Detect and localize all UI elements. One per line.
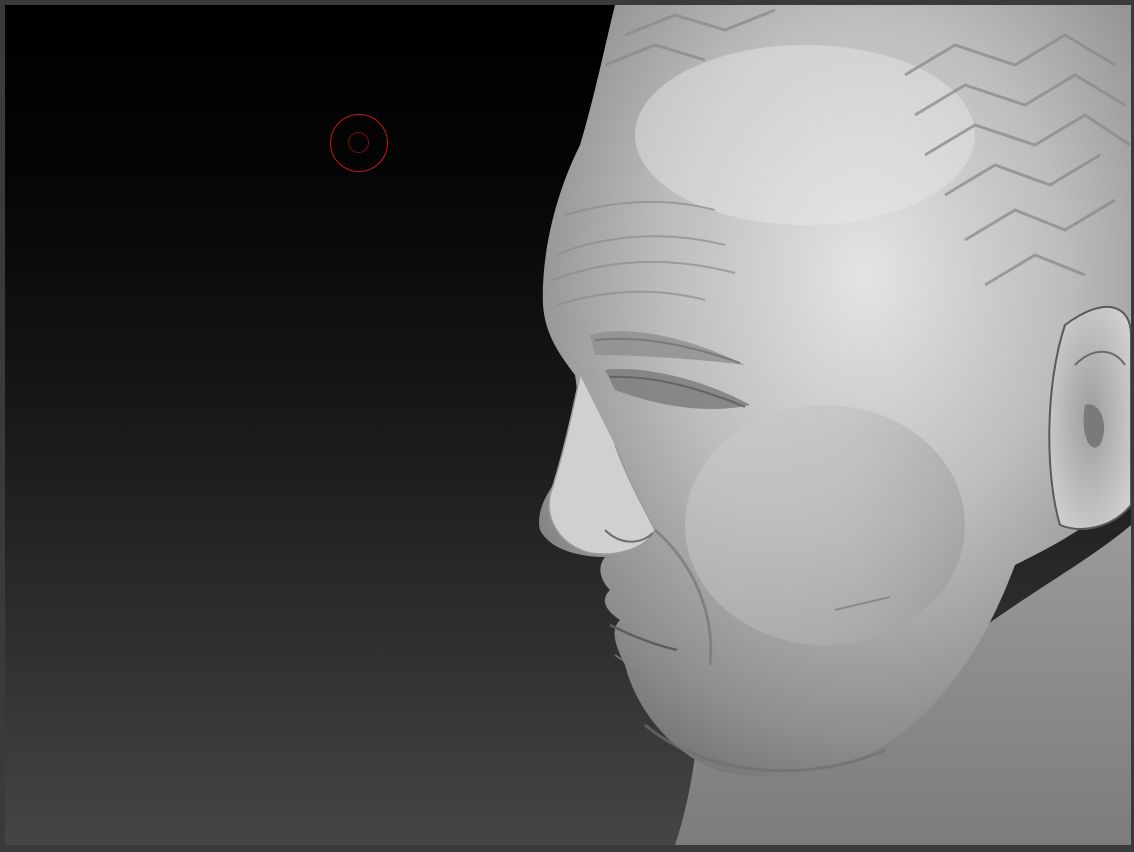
brush-circle-cursor [330, 114, 388, 172]
app-frame [0, 0, 1134, 852]
brush-cursor-inner-ring [348, 132, 369, 153]
canvas-viewport[interactable] [5, 5, 1131, 845]
model-forehead-highlight [635, 45, 975, 225]
sculpted-head-model[interactable] [5, 5, 1131, 845]
model-cheek [685, 405, 965, 645]
